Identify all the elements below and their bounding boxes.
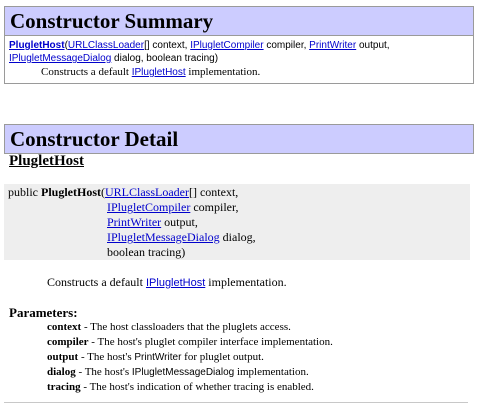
detail-ipluglet-compiler-link[interactable]: IPlugletCompiler bbox=[107, 200, 190, 214]
signature-modifier: public bbox=[8, 185, 41, 199]
detail-urlclassloader-link[interactable]: URLClassLoader bbox=[105, 185, 189, 199]
signature-p3-text: output, bbox=[161, 215, 198, 229]
summary-ipluglet-message-dialog-link[interactable]: IPlugletMessageDialog bbox=[9, 53, 111, 64]
param-text-after: for pluglet output. bbox=[181, 351, 264, 363]
constructor-detail-table: Constructor Detail bbox=[4, 124, 474, 154]
param-tracing: tracing - The host's indication of wheth… bbox=[47, 380, 314, 394]
summary-p4-text: dialog, boolean tracing) bbox=[111, 53, 219, 64]
param-text-after: implementation. bbox=[234, 366, 309, 378]
detail-ipluglet-message-dialog-link[interactable]: IPlugletMessageDialog bbox=[107, 230, 220, 244]
summary-p2-text: compiler, bbox=[263, 40, 310, 51]
param-text: - The host's indication of whether traci… bbox=[80, 381, 314, 393]
param-code: IPlugletMessageDialog bbox=[131, 367, 235, 378]
summary-printwriter-link[interactable]: PrintWriter bbox=[309, 40, 356, 51]
signature-p1-text: [] context, bbox=[188, 185, 239, 199]
constructor-summary-table: Constructor Summary PlugletHost(URLClass… bbox=[4, 6, 474, 84]
param-name: context bbox=[47, 321, 82, 333]
summary-desc-suffix: implementation. bbox=[185, 66, 261, 78]
signature-line-2: IPlugletCompiler compiler, bbox=[107, 200, 239, 215]
param-name: compiler bbox=[47, 336, 89, 348]
summary-ipluglet-compiler-link[interactable]: IPlugletCompiler bbox=[190, 40, 263, 51]
parameters-heading: Parameters: bbox=[9, 305, 78, 320]
signature-line-3: PrintWriter output, bbox=[107, 215, 198, 230]
param-name: output bbox=[47, 351, 79, 363]
constructor-summary-row: PlugletHost(URLClassLoader[] context, IP… bbox=[5, 36, 473, 83]
param-code: PrintWriter bbox=[134, 352, 182, 363]
summary-signature: PlugletHost(URLClassLoader[] context, IP… bbox=[9, 40, 390, 64]
param-text: - The host classloaders that the pluglet… bbox=[81, 321, 291, 333]
summary-ctor-link[interactable]: PlugletHost bbox=[9, 40, 65, 51]
detail-printwriter-link[interactable]: PrintWriter bbox=[107, 215, 161, 229]
param-output: output - The host's PrintWriter for plug… bbox=[47, 350, 264, 365]
param-name: dialog bbox=[47, 366, 76, 378]
signature-p2-text: compiler, bbox=[190, 200, 239, 214]
signature-line-4: IPlugletMessageDialog dialog, bbox=[107, 230, 256, 245]
summary-p3-text: output, bbox=[356, 40, 390, 51]
summary-desc-prefix: Constructs a default bbox=[41, 66, 132, 78]
signature-line-1: public PlugletHost(URLClassLoader[] cont… bbox=[8, 185, 238, 200]
summary-urlclassloader-link[interactable]: URLClassLoader bbox=[68, 40, 144, 51]
param-text: - The host's pluglet compiler interface … bbox=[88, 336, 333, 348]
param-name: tracing bbox=[47, 381, 81, 393]
param-dialog: dialog - The host's IPlugletMessageDialo… bbox=[47, 365, 309, 380]
summary-p1-text: [] context, bbox=[144, 40, 191, 51]
detail-heading-text: PlugletHost bbox=[9, 153, 84, 169]
constructor-signature-block: public PlugletHost(URLClassLoader[] cont… bbox=[4, 184, 470, 260]
detail-heading: PlugletHost bbox=[9, 153, 84, 170]
constructor-detail-title: Constructor Detail bbox=[5, 125, 473, 153]
param-compiler: compiler - The host's pluglet compiler i… bbox=[47, 335, 333, 349]
section-divider bbox=[4, 402, 468, 403]
param-text: - The host's bbox=[75, 366, 132, 378]
detail-ipluglet-host-link[interactable]: IPlugletHost bbox=[146, 277, 205, 289]
param-text: - The host's bbox=[78, 351, 135, 363]
summary-ipluglet-host-link[interactable]: IPlugletHost bbox=[132, 67, 186, 78]
signature-line-5: boolean tracing) bbox=[107, 245, 186, 259]
param-context: context - The host classloaders that the… bbox=[47, 320, 291, 334]
constructor-summary-title: Constructor Summary bbox=[5, 7, 473, 36]
detail-desc-suffix: implementation. bbox=[205, 275, 287, 289]
signature-p4-text: dialog, bbox=[219, 230, 256, 244]
signature-name: PlugletHost bbox=[41, 185, 101, 199]
detail-desc-prefix: Constructs a default bbox=[47, 275, 146, 289]
detail-description: Constructs a default IPlugletHost implem… bbox=[47, 275, 287, 290]
summary-description: Constructs a default IPlugletHost implem… bbox=[9, 65, 469, 80]
